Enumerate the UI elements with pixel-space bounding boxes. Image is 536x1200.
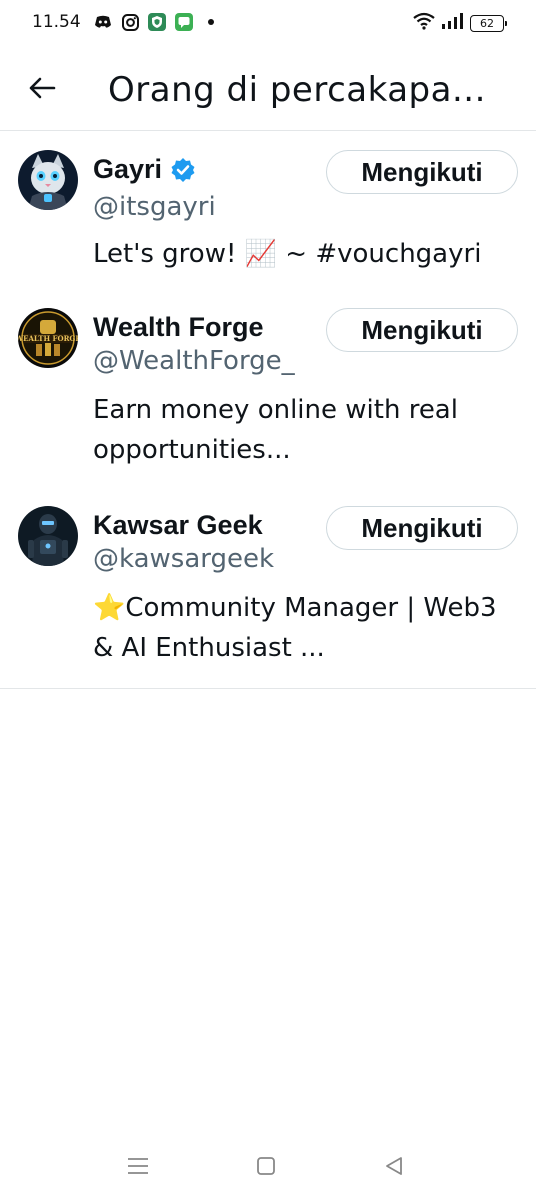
battery-icon: 62 [470, 14, 507, 32]
vpn-shield-icon [148, 13, 166, 31]
user-name[interactable]: Gayri [93, 154, 162, 185]
recent-apps-button[interactable] [124, 1154, 152, 1182]
home-icon [256, 1156, 276, 1180]
name-line: Kawsar Geek [93, 510, 263, 541]
instagram-icon [121, 13, 139, 31]
user-list: Gayri @itsgayri Let's grow! 📈 ~ #vouchga… [0, 132, 536, 689]
following-button[interactable]: Mengikuti [326, 506, 518, 550]
signal-icon [442, 13, 464, 33]
notification-icons [94, 13, 220, 31]
user-handle: @itsgayri [93, 192, 216, 222]
avatar[interactable] [18, 506, 78, 566]
name-line: Wealth Forge [93, 312, 264, 343]
name-line: Gayri [93, 154, 196, 185]
user-bio: ⭐Community Manager | Web3 & AI Enthusias… [93, 593, 497, 663]
status-time: 11.54 [32, 12, 81, 32]
navigation-bar [0, 1136, 536, 1200]
avatar[interactable]: WEALTH FORGE [18, 308, 78, 368]
discord-icon [94, 13, 112, 31]
user-name[interactable]: Wealth Forge [93, 312, 264, 343]
verified-badge-icon [170, 157, 196, 183]
back-triangle-icon [384, 1156, 404, 1180]
user-item-kawsar-geek[interactable]: Kawsar Geek @kawsargeek ⭐Community Manag… [0, 488, 536, 672]
messages-icon [175, 13, 193, 31]
status-bar: 11.54 62 [0, 0, 536, 48]
following-button[interactable]: Mengikuti [326, 308, 518, 352]
user-name[interactable]: Kawsar Geek [93, 510, 263, 541]
user-handle: @kawsargeek [93, 544, 275, 574]
header: Orang di percakapa... [0, 48, 536, 131]
recent-apps-icon [127, 1157, 149, 1179]
wifi-icon [412, 12, 436, 34]
back-button[interactable] [22, 72, 62, 108]
system-icons: 62 [412, 12, 507, 34]
user-item-gayri[interactable]: Gayri @itsgayri Let's grow! 📈 ~ #vouchga… [0, 132, 536, 290]
avatar[interactable] [18, 150, 78, 210]
page-title: Orang di percakapa... [108, 70, 486, 110]
home-button[interactable] [252, 1154, 280, 1182]
user-handle: @WealthForge_ [93, 346, 295, 376]
battery-level: 62 [480, 16, 494, 30]
notification-dot-icon [202, 13, 220, 31]
arrow-left-icon [28, 76, 56, 104]
user-bio: Let's grow! 📈 ~ #vouchgayri [93, 239, 482, 269]
nav-back-button[interactable] [380, 1154, 408, 1182]
user-bio: Earn money online with real opportunitie… [93, 395, 458, 465]
following-button[interactable]: Mengikuti [326, 150, 518, 194]
avatar-logo-text: WEALTH FORGE [18, 334, 78, 343]
user-item-wealth-forge[interactable]: WEALTH FORGE Wealth Forge @WealthForge_ … [0, 290, 536, 488]
